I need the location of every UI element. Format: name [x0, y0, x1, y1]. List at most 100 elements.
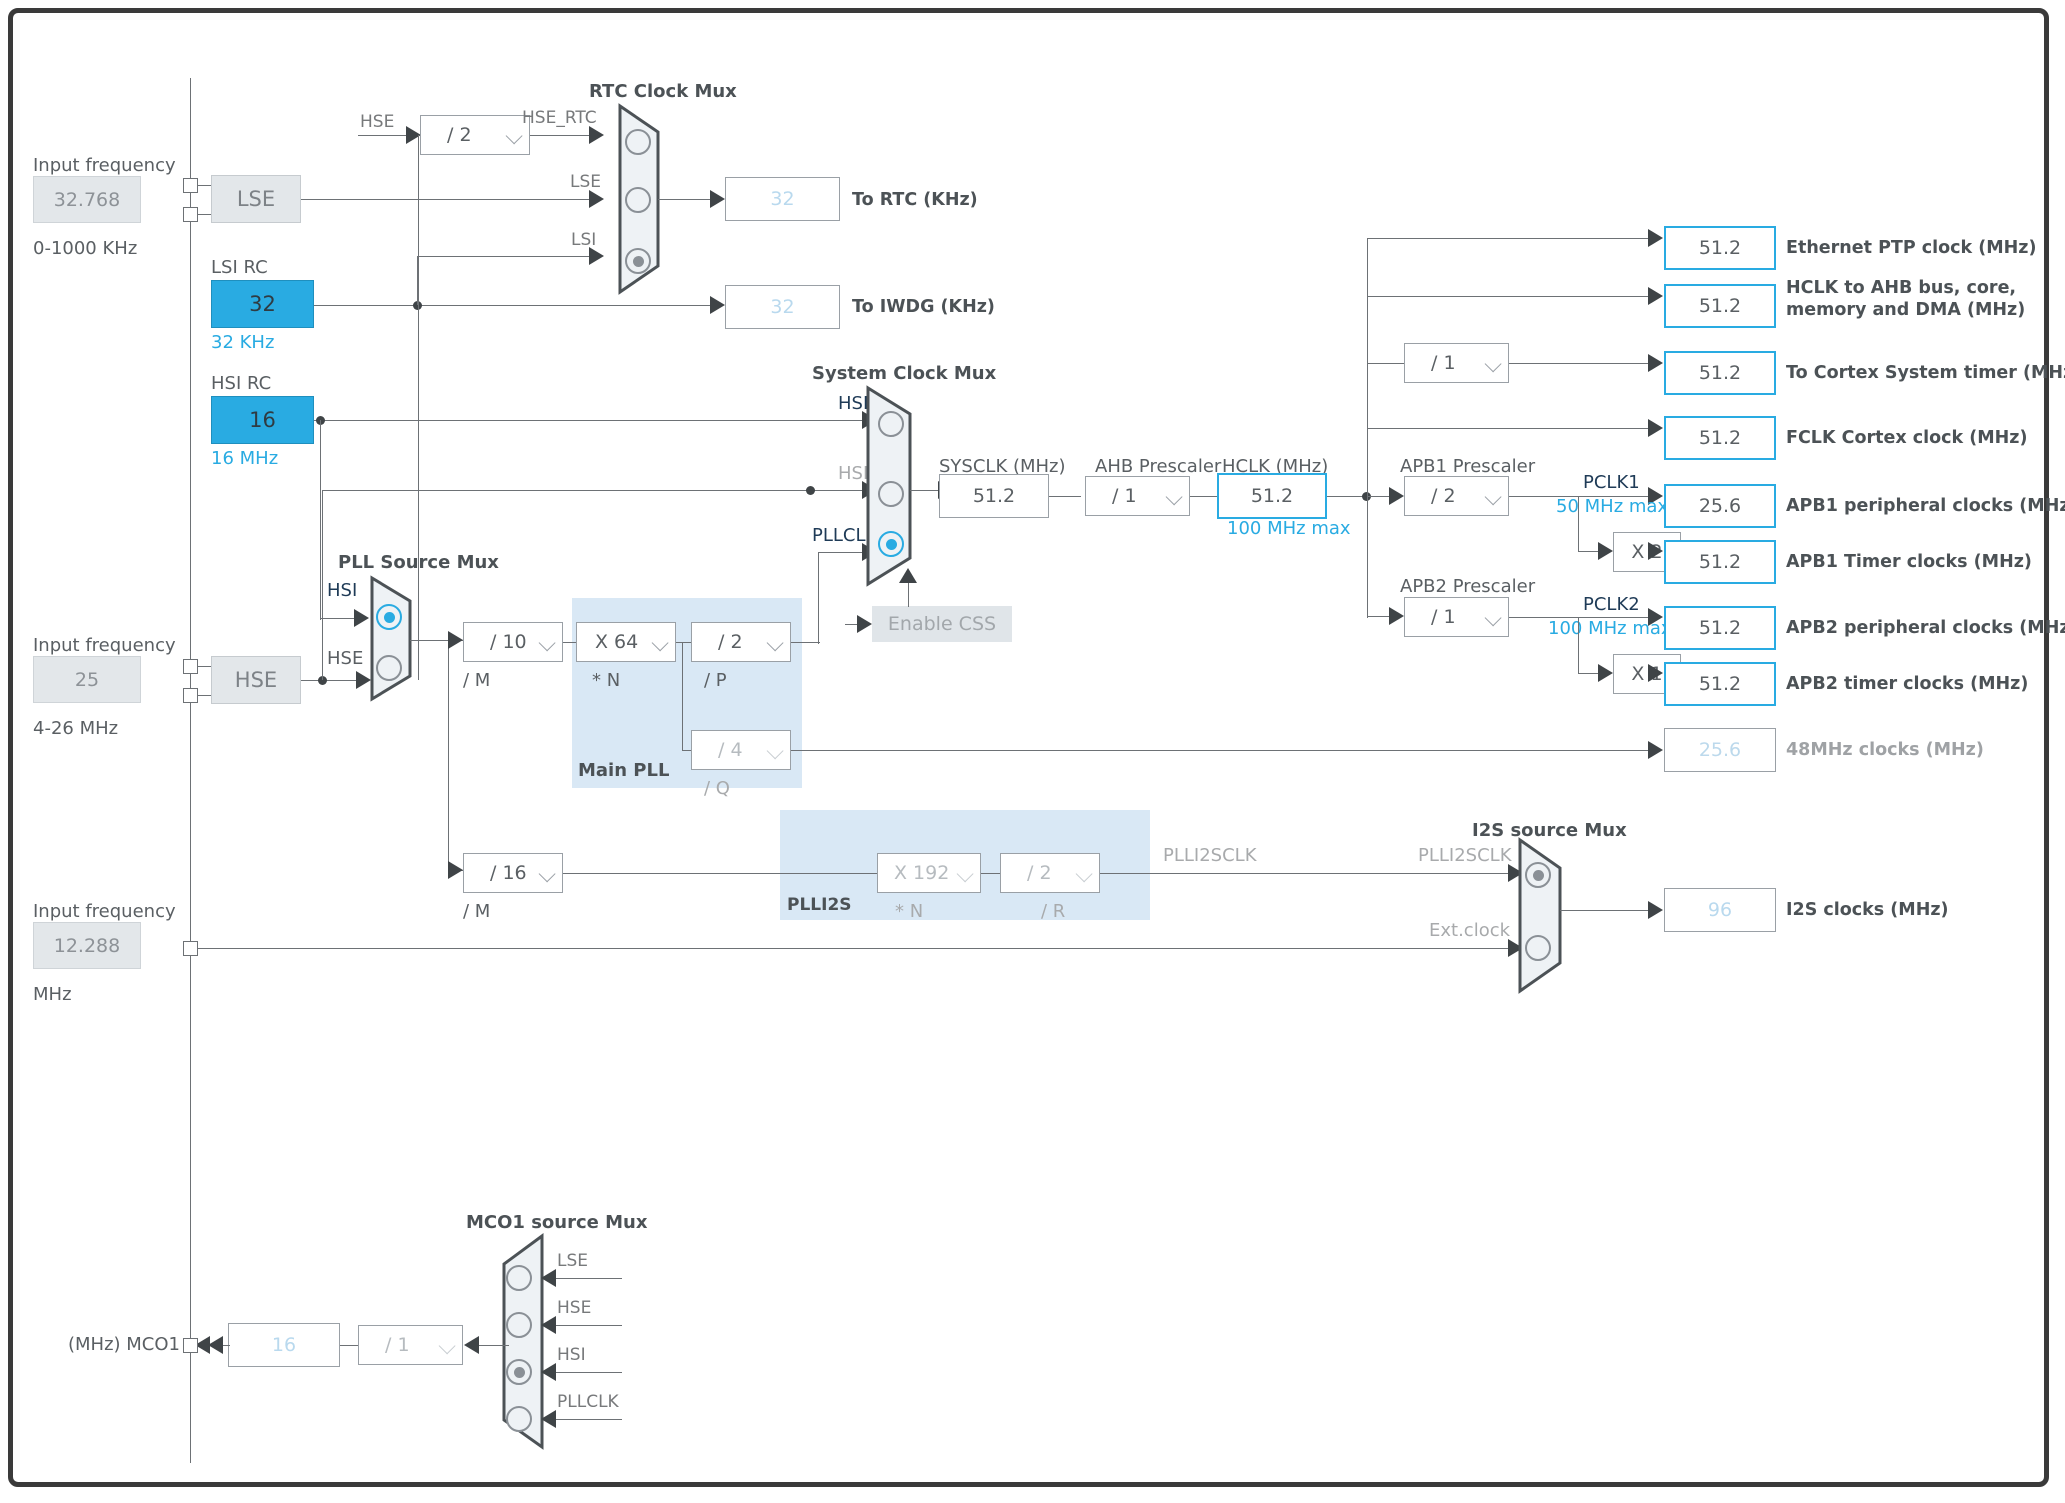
mco1-pllclk-label: PLLCLK: [557, 1392, 619, 1412]
pll-source-mux-option-hsi[interactable]: [376, 604, 402, 630]
hsi-to-pllmux-horizontal: [320, 618, 356, 619]
pll-p-divider-select[interactable]: / 2: [691, 622, 791, 662]
apb2-periph-value-field: 51.2: [1664, 606, 1776, 650]
hse-to-pllmux-arrow: [356, 671, 371, 689]
i2s-clocks-value-field: 96: [1664, 888, 1776, 932]
pll-p-divider-value: / 2: [718, 631, 743, 653]
i2smux-out-line: [1560, 910, 1660, 911]
chevron-down-icon: [652, 634, 669, 651]
system-clock-mux-option-hse[interactable]: [878, 481, 904, 507]
hse-oscillator-box[interactable]: HSE: [211, 656, 301, 704]
plli2s-n-multiplier-value: X 192: [894, 862, 949, 884]
n-to-q-vertical: [682, 642, 683, 751]
eth-ptp-value-field: 51.2: [1664, 226, 1776, 270]
cortex-prescaler-in-line: [1367, 363, 1406, 364]
i2s-source-mux-option-plli2sclk[interactable]: [1525, 862, 1551, 888]
cortex-systick-arrow: [1648, 354, 1663, 372]
mco1-source-mux-option-hsi[interactable]: [506, 1359, 532, 1385]
rtc-mux-option-hse-rtc[interactable]: [625, 129, 651, 155]
apb1-prescaler-select[interactable]: / 2: [1404, 476, 1509, 516]
system-clock-mux-option-pllclk[interactable]: [878, 531, 904, 557]
i2s-clocks-label: I2S clocks (MHz): [1786, 900, 1949, 921]
mco1-source-mux-option-lse[interactable]: [506, 1265, 532, 1291]
hsi-rc-title: HSI RC: [211, 373, 271, 394]
hclk-ahb-label-line2: memory and DMA (MHz): [1786, 300, 2025, 321]
lse-input-frequency-field[interactable]: 32.768: [33, 176, 141, 223]
chevron-down-icon: [1485, 355, 1502, 372]
fclk-cortex-value-field: 51.2: [1664, 416, 1776, 460]
plli2s-n-multiplier-select[interactable]: X 192: [877, 853, 981, 893]
mco1-pllclk-in-arrow: [541, 1410, 556, 1428]
apb1-periph-value-field: 25.6: [1664, 484, 1776, 528]
lsi-rc-title: LSI RC: [211, 257, 268, 278]
lsi-rc-value-field[interactable]: 32: [211, 280, 314, 328]
chevron-down-icon: [1485, 488, 1502, 505]
hse-input-frequency-field[interactable]: 25: [33, 656, 141, 703]
n-to-p-line: [676, 642, 692, 643]
hclk-ahb-branch-line: [1367, 296, 1661, 297]
mco1-divider-select[interactable]: / 1: [358, 1325, 463, 1365]
i2s-source-mux-option-ext-clock[interactable]: [1525, 935, 1551, 961]
apb1-prescaler-value: / 2: [1431, 485, 1456, 507]
clk48-value-field: 25.6: [1664, 728, 1776, 772]
lsi-to-iwdg-arrow: [710, 296, 725, 314]
plli2s-m-divider-select[interactable]: / 16: [463, 853, 563, 893]
plli2sclk-line: [1100, 873, 1514, 874]
ahb-prescaler-select[interactable]: / 1: [1085, 476, 1190, 516]
css-to-mux-vertical: [908, 582, 909, 607]
rtc-mux-option-lse[interactable]: [625, 187, 651, 213]
enable-css-button[interactable]: Enable CSS: [872, 606, 1012, 642]
mco1-mux-out-arrow: [464, 1336, 479, 1354]
plli2s-r-caption: / R: [1041, 901, 1065, 922]
mco1-terminal: [183, 1338, 198, 1353]
mco1-mux-out-line: [478, 1345, 509, 1346]
to-rtc-label: To RTC (KHz): [852, 190, 978, 211]
pllmux-hsi-label: HSI: [327, 580, 357, 601]
hsi-down-to-pllmux-vertical: [320, 420, 321, 620]
hse-to-div2-line: [358, 135, 408, 136]
apb1-timer-branch-vertical: [1578, 496, 1579, 552]
i2smux-out-arrow: [1648, 901, 1663, 919]
hsi-rc-value-field[interactable]: 16: [211, 396, 314, 444]
rtc-clock-mux-title: RTC Clock Mux: [589, 81, 737, 102]
system-clock-mux-option-hsi[interactable]: [878, 411, 904, 437]
i2s-source-mux-shape[interactable]: [1518, 838, 1574, 993]
plli2s-m-caption: / M: [463, 901, 490, 922]
pll-source-mux-shape[interactable]: [370, 576, 426, 701]
mco1-value-field: 16: [228, 1323, 340, 1367]
pll-p-caption: / P: [704, 670, 727, 691]
i2s-ext-input-frequency-field[interactable]: 12.288: [33, 922, 141, 969]
plli2s-r-divider-select[interactable]: / 2: [1000, 853, 1100, 893]
m-to-n-line: [563, 642, 577, 643]
pll-m-divider-select[interactable]: / 10: [463, 622, 563, 662]
pll-n-multiplier-select[interactable]: X 64: [576, 622, 676, 662]
mco1-output-label: (MHz) MCO1: [68, 1334, 180, 1355]
plli2s-n-caption: * N: [895, 901, 923, 922]
mco1-pllclk-in-line: [556, 1419, 622, 1420]
hclk-ahb-label-line1: HCLK to AHB bus, core,: [1786, 278, 2016, 299]
apb2-periph-label: APB2 peripheral clocks (MHz): [1786, 618, 2065, 639]
chevron-down-icon: [1166, 488, 1183, 505]
hse-rtc-div-source-label: HSE: [360, 112, 394, 132]
apb2-prescaler-select[interactable]: / 1: [1404, 597, 1509, 637]
hclk-to-apb1-arrow: [1389, 487, 1404, 505]
ahb-to-hclk-line: [1190, 496, 1217, 497]
cortex-systick-prescaler-select[interactable]: / 1: [1404, 343, 1509, 383]
chevron-down-icon: [506, 127, 523, 144]
rtc-hse-divider-select[interactable]: / 2: [420, 115, 530, 155]
lse-terminal-top: [183, 178, 198, 193]
rtc-mux-option-lsi[interactable]: [625, 248, 651, 274]
eth-ptp-label: Ethernet PTP clock (MHz): [1786, 238, 2037, 259]
ahb-prescaler-value: / 1: [1112, 485, 1137, 507]
pllclk-corner: [811, 642, 820, 643]
clk48-label: 48MHz clocks (MHz): [1786, 740, 1984, 761]
mco1-lse-in-arrow: [541, 1269, 556, 1287]
hsi-to-sysmux-line: [314, 420, 862, 421]
mco1-source-mux-option-pllclk[interactable]: [506, 1406, 532, 1432]
lse-oscillator-box[interactable]: LSE: [211, 175, 301, 223]
pll-q-divider-select[interactable]: / 4: [691, 730, 791, 770]
mco1-source-mux-option-hse[interactable]: [506, 1312, 532, 1338]
pll-source-mux-option-hse[interactable]: [376, 655, 402, 681]
chevron-down-icon: [439, 1337, 456, 1354]
apb2-timer-out-arrow: [1648, 664, 1663, 682]
